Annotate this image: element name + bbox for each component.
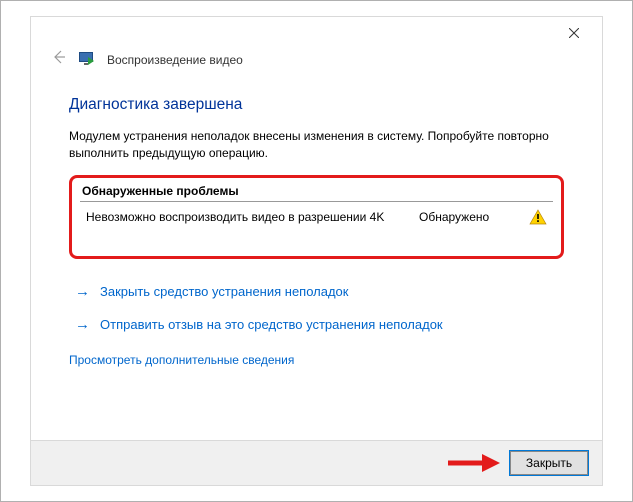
content-area: Диагностика завершена Модулем устранения… [31,78,602,440]
arrow-left-icon [51,49,67,65]
close-button[interactable]: Закрыть [510,451,588,475]
window-close-button[interactable] [554,19,594,47]
dialog-footer: Закрыть [31,440,602,485]
close-troubleshooter-link[interactable]: → Закрыть средство устранения неполадок [69,275,564,308]
problem-row[interactable]: Невозможно воспроизводить видео в разреш… [80,206,553,228]
header-row: Воспроизведение видео [31,49,602,78]
send-feedback-link[interactable]: → Отправить отзыв на это средство устран… [69,308,564,341]
send-feedback-label: Отправить отзыв на это средство устранен… [100,317,443,332]
problems-found-box: Обнаруженные проблемы Невозможно воспрои… [69,175,564,259]
annotation-arrow [446,452,502,474]
back-button[interactable] [49,49,69,70]
dialog-title: Воспроизведение видео [107,53,243,67]
problems-header: Обнаруженные проблемы [80,181,553,202]
close-troubleshooter-label: Закрыть средство устранения неполадок [100,284,348,299]
warning-icon [529,209,547,225]
view-details-link[interactable]: Просмотреть дополнительные сведения [69,341,564,371]
arrow-right-icon: → [75,316,90,333]
video-playback-icon [79,52,97,68]
titlebar [31,17,602,49]
troubleshooter-dialog: Воспроизведение видео Диагностика заверш… [30,16,603,486]
problem-status: Обнаружено [419,210,529,224]
diagnostic-complete-heading: Диагностика завершена [69,96,564,114]
close-icon [569,28,579,38]
problem-text: Невозможно воспроизводить видео в разреш… [86,210,419,224]
diagnostic-description: Модулем устранения неполадок внесены изм… [69,128,564,163]
arrow-right-icon: → [75,283,90,300]
